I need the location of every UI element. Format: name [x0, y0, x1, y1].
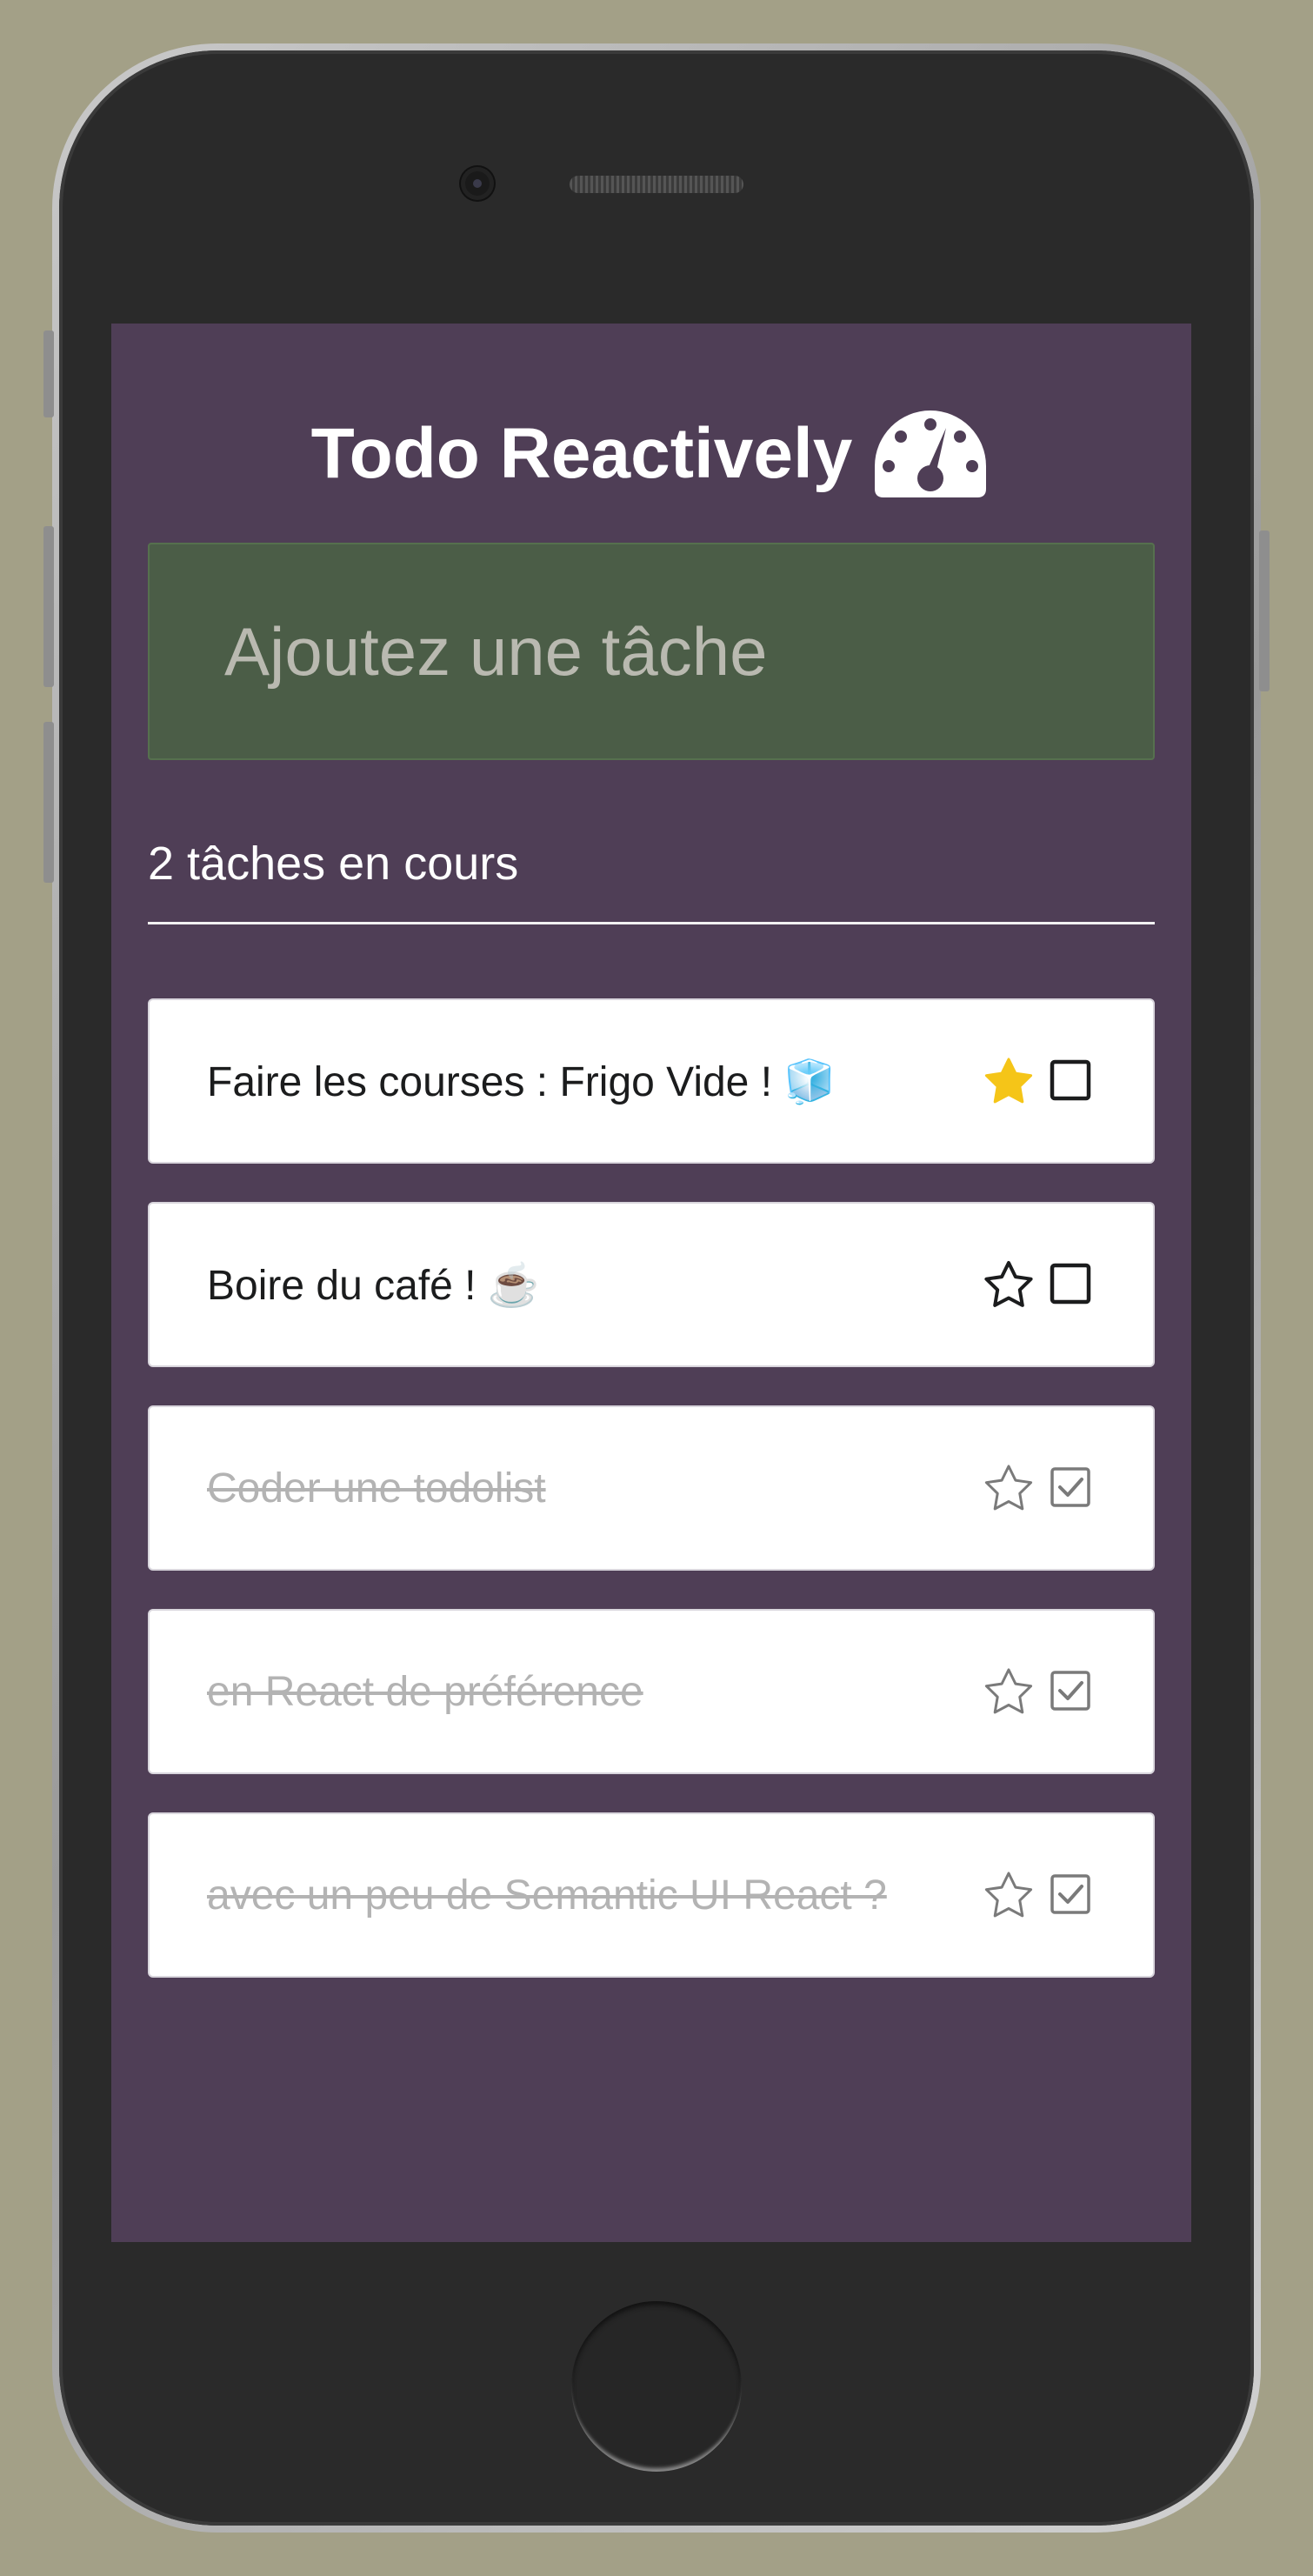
checkbox-checked-icon[interactable] [1049, 1465, 1092, 1509]
star-outline-icon[interactable] [983, 1260, 1035, 1309]
checkbox-checked-icon[interactable] [1049, 1872, 1092, 1916]
front-camera [461, 167, 494, 200]
star-filled-icon[interactable] [983, 1057, 1035, 1105]
mute-switch [43, 330, 54, 417]
task-label: Coder une todolist [207, 1465, 546, 1512]
star-outline-icon[interactable] [983, 1667, 1035, 1716]
task-label: en React de préférence [207, 1668, 643, 1715]
earpiece-speaker [570, 176, 743, 193]
add-task-field[interactable] [148, 543, 1155, 760]
task-item[interactable]: Boire du café ! ☕ [148, 1202, 1155, 1367]
task-label: Boire du café ! ☕ [207, 1262, 540, 1309]
add-task-input[interactable] [223, 611, 1096, 692]
divider [148, 922, 1155, 924]
volume-down-button [43, 722, 54, 883]
home-button[interactable] [571, 2301, 742, 2472]
star-outline-icon[interactable] [983, 1464, 1035, 1512]
star-outline-icon[interactable] [983, 1871, 1035, 1919]
power-button [1259, 531, 1270, 691]
checkbox-empty-icon[interactable] [1049, 1262, 1092, 1305]
task-item[interactable]: avec un peu de Semantic UI React ? [148, 1812, 1155, 1978]
task-item[interactable]: Faire les courses : Frigo Vide ! 🧊 [148, 998, 1155, 1164]
checkbox-empty-icon[interactable] [1049, 1058, 1092, 1102]
task-label: Faire les courses : Frigo Vide ! 🧊 [207, 1058, 836, 1105]
checkbox-checked-icon[interactable] [1049, 1669, 1092, 1712]
dashboard-gauge-icon [875, 410, 987, 497]
app-title: Todo Reactively [310, 414, 853, 493]
tasks-in-progress-counter: 2 tâches en cours [148, 838, 519, 890]
task-item[interactable]: en React de préférence [148, 1609, 1155, 1774]
task-label: avec un peu de Semantic UI React ? [207, 1872, 887, 1919]
app-screen: Todo Reactively 2 tâches en cours Faire … [111, 324, 1191, 2242]
volume-up-button [43, 526, 54, 687]
app-header: Todo Reactively [111, 402, 1191, 506]
task-item[interactable]: Coder une todolist [148, 1405, 1155, 1571]
